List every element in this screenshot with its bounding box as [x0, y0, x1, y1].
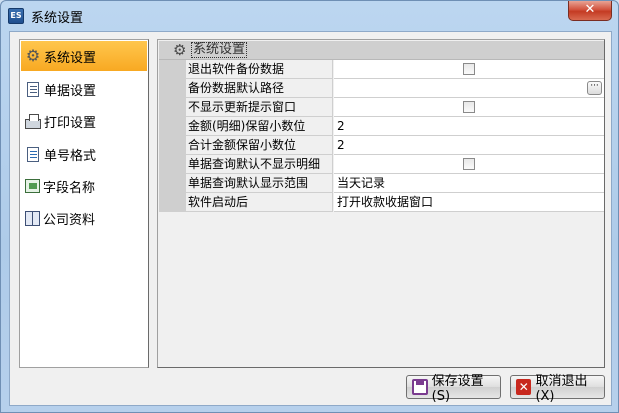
- property-label: 单据查询默认不显示明细: [186, 155, 333, 174]
- property-value[interactable]: [334, 155, 604, 174]
- close-button[interactable]: ✕: [568, 1, 612, 21]
- property-label: 合计金额保留小数位: [186, 136, 333, 155]
- settings-window: ES 系统设置 ✕ ⚙ 系统设置 单据设置 打印设置 单号格式 字段名称 公司资…: [0, 0, 619, 413]
- hide-update-checkbox[interactable]: [463, 101, 475, 113]
- browse-button[interactable]: ···: [587, 81, 602, 95]
- property-row-exit-backup: 退出软件备份数据: [159, 60, 604, 79]
- sidebar-item-label: 系统设置: [44, 50, 97, 66]
- row-gutter: [159, 193, 186, 212]
- settings-sidebar: ⚙ 系统设置 单据设置 打印设置 单号格式 字段名称 公司资料: [19, 39, 149, 368]
- sidebar-item-system-settings[interactable]: ⚙ 系统设置: [21, 41, 147, 71]
- cancel-icon: ✕: [516, 379, 532, 395]
- cancel-exit-button[interactable]: ✕ 取消退出(X): [510, 374, 605, 404]
- detail-decimals-field[interactable]: 2: [334, 117, 604, 136]
- property-label: 软件启动后: [186, 193, 333, 212]
- property-label: 退出软件备份数据: [186, 60, 333, 79]
- exit-backup-checkbox[interactable]: [463, 63, 475, 75]
- sidebar-item-label: 公司资料: [43, 212, 96, 228]
- property-row-hide-update: 不显示更新提示窗口: [159, 98, 604, 117]
- book-icon: [25, 210, 40, 226]
- property-row-total-decimals: 合计金额保留小数位 2: [159, 136, 604, 155]
- sidebar-item-label: 打印设置: [44, 115, 97, 131]
- window-title: 系统设置: [31, 11, 84, 26]
- window-client-area: ⚙ 系统设置 单据设置 打印设置 单号格式 字段名称 公司资料 ⚙ 系统设置 退…: [9, 31, 612, 406]
- property-label: 单据查询默认显示范围: [186, 174, 333, 193]
- sidebar-item-label: 单号格式: [44, 148, 97, 164]
- sidebar-item-label: 字段名称: [43, 180, 96, 196]
- property-label: 备份数据默认路径: [186, 79, 333, 98]
- save-button-label: 保存设置(S): [431, 374, 484, 404]
- row-gutter: [159, 155, 186, 174]
- query-range-select[interactable]: 当天记录: [334, 174, 604, 193]
- gear-icon: ⚙: [173, 41, 187, 59]
- row-gutter: [159, 60, 186, 79]
- property-row-backup-path: 备份数据默认路径 ···: [159, 79, 604, 98]
- sidebar-item-number-format[interactable]: 单号格式: [21, 139, 147, 169]
- save-settings-button[interactable]: 保存设置(S): [406, 374, 501, 404]
- sidebar-item-document-settings[interactable]: 单据设置: [21, 74, 147, 104]
- row-gutter: [159, 98, 186, 117]
- document-icon: [27, 81, 39, 97]
- row-gutter: [159, 117, 186, 136]
- sidebar-item-label: 单据设置: [44, 83, 97, 99]
- title-bar[interactable]: ES 系统设置 ✕: [1, 1, 618, 31]
- property-value[interactable]: [334, 60, 604, 79]
- settings-property-grid: ⚙ 系统设置 退出软件备份数据 备份数据默认路径 ··· 不显示更新提示窗口 金…: [157, 39, 605, 368]
- app-icon: ES: [8, 8, 24, 24]
- property-label: 不显示更新提示窗口: [186, 98, 333, 117]
- property-row-startup-action: 软件启动后 打开收款收据窗口: [159, 193, 604, 212]
- sidebar-item-field-names[interactable]: 字段名称: [21, 171, 147, 201]
- property-value[interactable]: [334, 98, 604, 117]
- total-decimals-field[interactable]: 2: [334, 136, 604, 155]
- save-icon: [412, 379, 428, 395]
- gear-icon: ⚙: [25, 46, 41, 65]
- hide-details-checkbox[interactable]: [463, 158, 475, 170]
- row-gutter: [159, 174, 186, 193]
- sidebar-item-print-settings[interactable]: 打印设置: [21, 106, 147, 136]
- startup-action-select[interactable]: 打开收款收据窗口: [334, 193, 604, 212]
- property-row-query-range: 单据查询默认显示范围 当天记录: [159, 174, 604, 193]
- property-label: 金额(明细)保留小数位: [186, 117, 333, 136]
- row-gutter: [159, 79, 186, 98]
- row-gutter: [159, 136, 186, 155]
- cancel-button-label: 取消退出(X): [535, 374, 588, 404]
- field-icon: [25, 179, 40, 193]
- sidebar-item-company-info[interactable]: 公司资料: [21, 203, 147, 233]
- printer-icon: [25, 114, 41, 129]
- group-header[interactable]: ⚙ 系统设置: [159, 41, 604, 60]
- property-row-detail-decimals: 金额(明细)保留小数位 2: [159, 117, 604, 136]
- backup-path-field[interactable]: ···: [334, 79, 604, 98]
- property-row-hide-details: 单据查询默认不显示明细: [159, 155, 604, 174]
- group-title: 系统设置: [191, 42, 248, 58]
- number-format-icon: [27, 146, 39, 162]
